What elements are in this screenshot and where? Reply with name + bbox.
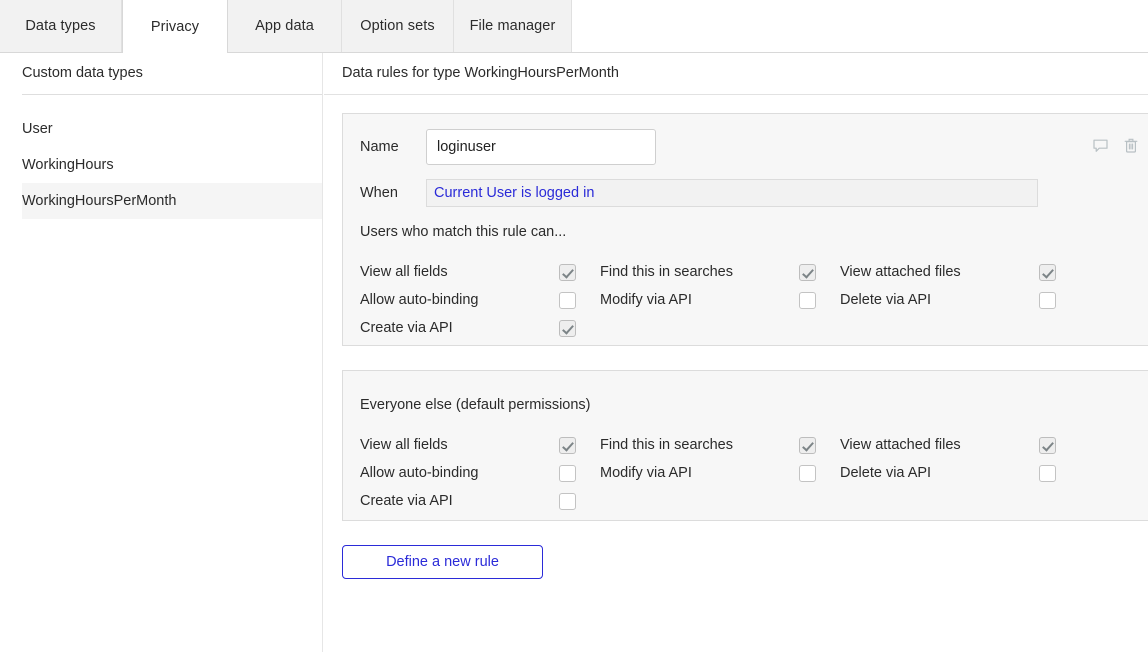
permission-label: Create via API (360, 320, 453, 336)
permission-label: View attached files (840, 437, 961, 453)
rule-permissions-grid: View all fields Find this in searches View… (360, 258, 1080, 342)
default-permissions-grid: View all fields Find this in searches View… (360, 431, 1080, 515)
permission-cell: Allow auto-binding (360, 286, 600, 314)
rule-permissions-heading: Users who match this rule can... (360, 224, 567, 240)
tab-privacy[interactable]: Privacy (122, 0, 228, 53)
privacy-settings-screen: Data types Privacy App data Option sets File… (0, 0, 1148, 652)
permission-label: Find this in searches (600, 264, 733, 280)
sidebar-item-workinghourspermonth[interactable]: WorkingHoursPerMonth (22, 183, 322, 219)
permission-cell-empty (840, 487, 1080, 515)
define-new-rule-button[interactable]: Define a new rule (342, 545, 543, 579)
permission-label: View all fields (360, 437, 448, 453)
permission-cell-empty (600, 314, 840, 342)
permission-row: Allow auto-binding Modify via API Delete v… (360, 459, 1080, 487)
permission-cell: Allow auto-binding (360, 459, 600, 487)
permission-row: View all fields Find this in searches View… (360, 258, 1080, 286)
rule-card-actions (1091, 136, 1140, 154)
permission-checkbox[interactable] (1039, 464, 1056, 482)
permission-label: Delete via API (840, 292, 932, 308)
permission-checkbox[interactable] (559, 291, 576, 309)
tab-app-data[interactable]: App data (228, 0, 342, 52)
sidebar-title: Custom data types (22, 65, 143, 81)
rule-name-row: Name (360, 129, 656, 165)
rule-when-condition[interactable]: Current User is logged in (426, 179, 1038, 207)
permission-row: Create via API (360, 314, 1080, 342)
tab-data-types[interactable]: Data types (0, 0, 122, 52)
page-title: Data rules for type WorkingHoursPerMonth (342, 65, 619, 81)
permission-cell: View attached files (840, 258, 1080, 286)
permission-cell: Delete via API (840, 459, 1080, 487)
default-permissions-card: Everyone else (default permissions) View… (342, 370, 1148, 521)
permission-row: Create via API (360, 487, 1080, 515)
permission-cell-empty (600, 487, 840, 515)
permission-checkbox[interactable] (1039, 291, 1056, 309)
permission-cell: Modify via API (600, 459, 840, 487)
permission-checkbox[interactable] (559, 263, 576, 281)
permission-checkbox[interactable] (799, 291, 816, 309)
speech-bubble-icon[interactable] (1091, 136, 1109, 154)
trash-icon[interactable] (1122, 136, 1140, 154)
permission-row: View all fields Find this in searches View… (360, 431, 1080, 459)
tab-file-manager[interactable]: File manager (454, 0, 572, 52)
sidebar-divider (22, 94, 322, 95)
privacy-rule-card: Name Whe (342, 113, 1148, 346)
permission-label: Allow auto-binding (360, 465, 479, 481)
main-tab-bar: Data types Privacy App data Option sets File… (0, 0, 1148, 53)
permission-checkbox[interactable] (559, 464, 576, 482)
data-type-list: User WorkingHours WorkingHoursPerMonth (0, 111, 323, 219)
permission-label: Allow auto-binding (360, 292, 479, 308)
permission-label: Modify via API (600, 292, 692, 308)
permission-checkbox[interactable] (799, 464, 816, 482)
permission-cell: Modify via API (600, 286, 840, 314)
tab-bar-filler (572, 0, 1148, 52)
content-divider (324, 94, 1148, 95)
permission-cell: View all fields (360, 431, 600, 459)
permission-checkbox[interactable] (559, 492, 576, 510)
rule-name-label: Name (360, 139, 399, 155)
permission-cell-empty (840, 314, 1080, 342)
sidebar-item-user[interactable]: User (22, 111, 322, 147)
permission-checkbox[interactable] (559, 436, 576, 454)
permission-label: Modify via API (600, 465, 692, 481)
permission-cell: Delete via API (840, 286, 1080, 314)
rule-when-row: When Current User is logged in (360, 179, 1038, 207)
permission-checkbox[interactable] (799, 436, 816, 454)
permission-checkbox[interactable] (559, 319, 576, 337)
permission-cell: Find this in searches (600, 431, 840, 459)
permission-cell: View attached files (840, 431, 1080, 459)
rule-name-input[interactable] (426, 129, 656, 165)
permission-cell: Find this in searches (600, 258, 840, 286)
permission-row: Allow auto-binding Modify via API Delete v… (360, 286, 1080, 314)
permission-checkbox[interactable] (799, 263, 816, 281)
rule-when-label: When (360, 185, 398, 201)
sidebar-item-workinghours[interactable]: WorkingHours (22, 147, 322, 183)
permission-label: View attached files (840, 264, 961, 280)
default-permissions-heading: Everyone else (default permissions) (360, 397, 591, 413)
permission-label: View all fields (360, 264, 448, 280)
permission-cell: View all fields (360, 258, 600, 286)
permission-checkbox[interactable] (1039, 263, 1056, 281)
tab-option-sets[interactable]: Option sets (342, 0, 454, 52)
privacy-rules-panel: Data rules for type WorkingHoursPerMonth… (324, 53, 1148, 652)
permission-label: Create via API (360, 493, 453, 509)
permission-cell: Create via API (360, 314, 600, 342)
permission-label: Delete via API (840, 465, 932, 481)
permission-checkbox[interactable] (1039, 436, 1056, 454)
permission-cell: Create via API (360, 487, 600, 515)
permission-label: Find this in searches (600, 437, 733, 453)
custom-data-types-sidebar: Custom data types User WorkingHours Workin… (0, 53, 323, 652)
